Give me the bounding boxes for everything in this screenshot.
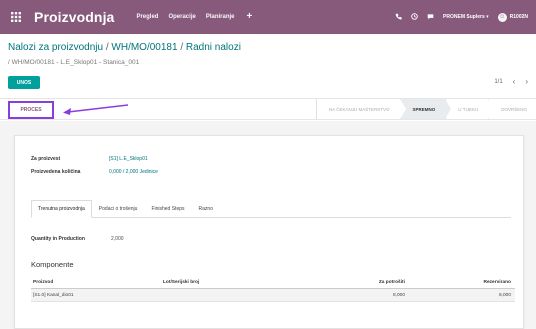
table-header: Proizvod Lot/Serijski broj Za potrošiti …	[31, 276, 515, 289]
stage-label: SPREMNO	[412, 106, 436, 112]
stage-label: U TIJEKU	[458, 106, 479, 112]
pager-next-icon[interactable]: ›	[525, 78, 528, 86]
breadcrumb-separator: /	[177, 42, 186, 53]
quantity-value: 0,000 / 2,000 Jedinice	[109, 169, 158, 175]
notebook-tabs: Trenutna proizvodnja Podaci o trošenju F…	[31, 200, 511, 218]
apps-grid-icon[interactable]	[6, 7, 26, 27]
column-header-lot[interactable]: Lot/Serijski broj	[163, 280, 313, 285]
stage-waiting[interactable]: NA ČEKANJU MAŠTERSTVO	[316, 99, 406, 119]
main-menu: Pregled Operacije Planiranje +	[136, 12, 253, 22]
pager: 1/1 ‹ ›	[494, 78, 528, 86]
field-product: Za proizvest [S1] L.E_Sklop01	[31, 156, 148, 162]
stage-pipeline: NA ČEKANJU MAŠTERSTVO SPREMNO U TIJEKU D…	[316, 99, 536, 119]
create-button[interactable]: UNOS	[8, 76, 40, 89]
systray: PRONEM Suplers ▾ ☺ R1002N	[395, 12, 528, 22]
column-header-product[interactable]: Proizvod	[31, 280, 163, 285]
stage-in-progress[interactable]: U TIJEKU	[445, 99, 495, 119]
quantity-in-production-value[interactable]: 2,000	[111, 236, 124, 242]
record-title-product: L.E_Sklop01	[60, 59, 98, 66]
user-name: R1002N	[509, 14, 528, 20]
phone-icon[interactable]	[395, 13, 402, 22]
components-title: Komponente	[31, 260, 74, 269]
pager-prev-icon[interactable]: ‹	[513, 78, 516, 86]
pager-value[interactable]: 1/1	[494, 79, 502, 85]
components-table: Proizvod Lot/Serijski broj Za potrošiti …	[31, 276, 515, 302]
breadcrumb-link-work-orders[interactable]: Radni nalozi	[186, 42, 241, 53]
cell-reserved: 8,000	[498, 292, 511, 298]
form-sheet: Za proizvest [S1] L.E_Sklop01 Proizveden…	[14, 135, 524, 329]
menu-item-overview[interactable]: Pregled	[136, 14, 158, 20]
breadcrumb-link-order[interactable]: WH/MO/00181	[111, 42, 177, 53]
field-label: Quantity in Production	[31, 236, 85, 242]
activity-clock-icon[interactable]	[411, 12, 418, 22]
tab-consumption[interactable]: Podaci o trošenju	[92, 200, 145, 218]
field-quantity-in-production: Quantity in Production 2,000	[31, 236, 124, 242]
messages-icon[interactable]	[427, 13, 434, 22]
stage-ready[interactable]: SPREMNO	[399, 99, 452, 119]
company-switcher[interactable]: PRONEM Suplers ▾	[443, 14, 489, 20]
app-title[interactable]: Proizvodnja	[34, 9, 114, 25]
top-navbar: Proizvodnja Pregled Operacije Planiranje…	[0, 0, 536, 34]
breadcrumb: Nalozi za proizvodnju / WH/MO/00181 / Ra…	[8, 42, 241, 53]
company-name: PRONEM Suplers	[443, 14, 485, 20]
avatar: ☺	[497, 12, 507, 22]
table-row[interactable]: [S1.0] Kanal_dio01 8,000 8,000	[31, 289, 515, 302]
tab-misc[interactable]: Razno	[192, 200, 220, 218]
cell-to-consume[interactable]: 8,000	[313, 293, 405, 298]
tab-finished-steps[interactable]: Finished Steps	[144, 200, 191, 218]
product-link[interactable]: [S1] L.E_Sklop01	[109, 156, 148, 162]
stage-label: DOVRŠENO	[501, 106, 527, 112]
field-label: Proizvedena količina	[31, 169, 81, 175]
record-title: / WH/MO/00181 - L.E_Sklop01 - Stanica_00…	[8, 59, 139, 66]
column-header-reserved[interactable]: Rezervirano	[405, 280, 513, 285]
stage-label: NA ČEKANJU MAŠTERSTVO	[329, 106, 390, 112]
field-quantity-produced: Proizvedena količina 0,000 / 2,000 Jedin…	[31, 169, 158, 175]
menu-item-operations[interactable]: Operacije	[168, 14, 195, 20]
annotation-arrow-icon	[63, 104, 129, 115]
column-header-to-consume[interactable]: Za potrošiti	[313, 280, 405, 285]
stage-done[interactable]: DOVRŠENO	[488, 99, 536, 119]
user-menu[interactable]: ☺ R1002N	[497, 12, 528, 22]
more-menu-plus-icon[interactable]: +	[247, 12, 253, 22]
cell-product[interactable]: [S1.0] Kanal_dio01	[31, 293, 163, 298]
field-label: Za proizvest	[31, 156, 61, 162]
tab-current-production[interactable]: Trenutna proizvodnja	[31, 200, 92, 218]
record-title-workcenter: Stanica_001	[103, 59, 140, 66]
breadcrumb-link-manufacturing-orders[interactable]: Nalozi za proizvodnju	[8, 42, 103, 53]
record-title-order: / WH/MO/00181	[8, 59, 55, 66]
proces-button[interactable]: PROCES	[8, 101, 54, 119]
menu-item-planning[interactable]: Planiranje	[206, 14, 235, 20]
